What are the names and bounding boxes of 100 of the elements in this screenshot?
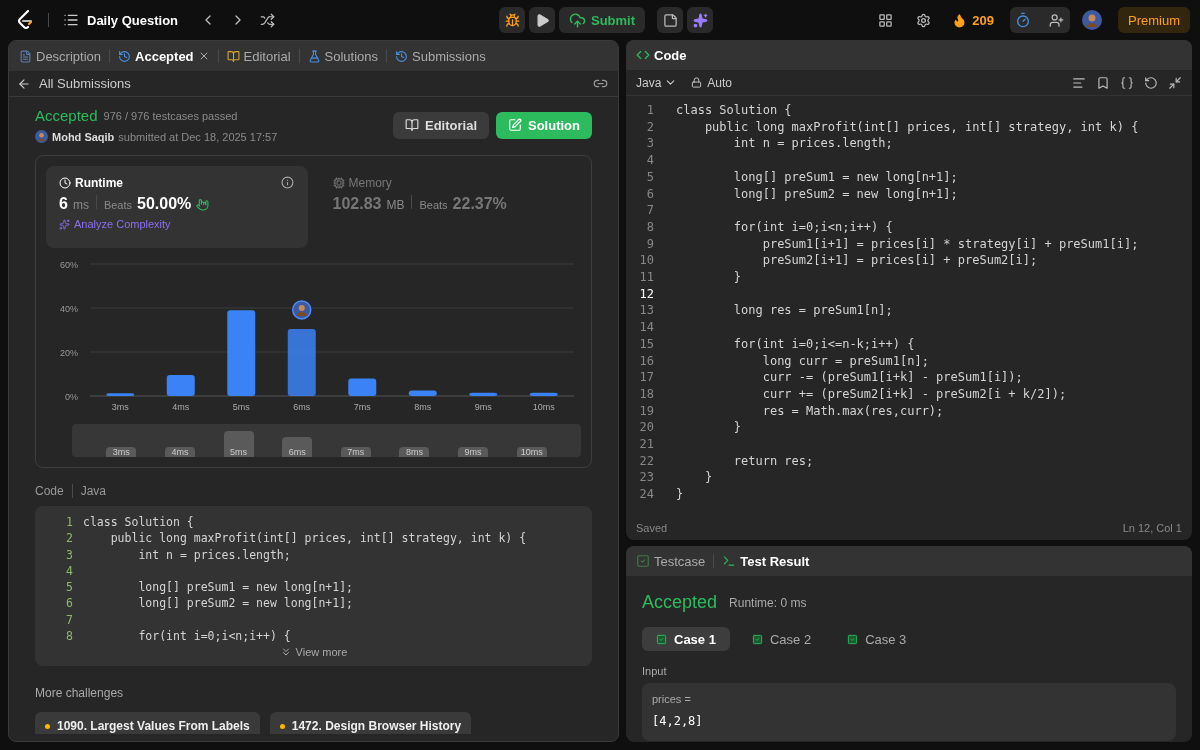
challenge-chip[interactable]: 1090. Largest Values From Labels [35, 712, 260, 735]
code-line: class Solution { [83, 514, 194, 531]
case-tab[interactable]: Case 2 [737, 627, 826, 651]
shuffle-icon[interactable] [260, 12, 276, 28]
save-status: Saved [636, 522, 668, 534]
panel-tab[interactable]: Submissions [395, 48, 486, 64]
axis-label: 10ms [532, 402, 555, 412]
editorial-button[interactable]: Editorial [393, 111, 489, 139]
problem-list-icon[interactable] [63, 12, 79, 28]
panel-tab[interactable]: Description [19, 48, 102, 64]
code-tab[interactable]: Code [636, 47, 687, 63]
premium-button[interactable]: Premium [1118, 7, 1190, 33]
debug-button[interactable] [499, 7, 525, 33]
user-name: Mohd Saqib [52, 130, 115, 143]
line-number: 24 [638, 486, 655, 503]
beats-label: Beats [103, 199, 133, 211]
history-icon [395, 49, 408, 63]
language-label: Java [80, 484, 107, 498]
panel-tab[interactable]: Accepted [118, 48, 194, 64]
mode-select[interactable]: Auto [691, 75, 733, 90]
line-number: 4 [645, 152, 655, 169]
beats-label: Beats [419, 199, 448, 211]
add-user-icon [1049, 12, 1065, 28]
section-title: More challenges [35, 686, 124, 701]
code-line: } [703, 469, 713, 487]
chart-bar [529, 392, 558, 396]
code-line: int n = prices.length; [732, 135, 893, 153]
runtime-text: Runtime: 0 ms [729, 595, 807, 610]
avatar-marker [292, 300, 312, 320]
chart-bar [106, 393, 135, 396]
overview-label: 4ms [164, 447, 195, 457]
bookmark-icon[interactable] [1096, 75, 1110, 90]
case-tab[interactable]: Case 3 [833, 627, 921, 651]
case-tab[interactable]: Case 1 [642, 627, 730, 651]
stat-value: 102.83 [332, 195, 382, 213]
reset-icon[interactable] [1144, 75, 1158, 90]
logo-icon[interactable] [16, 10, 34, 30]
hand-icon [196, 197, 210, 211]
ai-button[interactable] [687, 7, 714, 33]
challenge-chip[interactable]: 1472. Design Browser History [269, 712, 472, 735]
code-line: preSum2[i+1] = prices[i] + preSum2[i]; [761, 252, 1038, 270]
code-line: } [676, 486, 684, 503]
avatar [35, 130, 48, 143]
axis-label: 4ms [172, 402, 190, 412]
overview-label: 9ms [458, 447, 489, 457]
chart-bar [287, 328, 316, 396]
stat-title: Memory [348, 176, 392, 190]
language-select[interactable]: Java [636, 75, 678, 90]
timer-icon [1015, 12, 1031, 28]
line-number: 13 [638, 302, 655, 320]
braces-icon[interactable] [1120, 75, 1134, 90]
checkbox-icon [656, 633, 667, 645]
note-button[interactable] [657, 7, 684, 33]
axis-label: 60% [60, 260, 78, 270]
line-number: 15 [638, 335, 655, 353]
panel-tab[interactable]: Test Result [722, 553, 810, 569]
edit-icon [508, 118, 522, 132]
submitted-text: submitted at Dec 18, 2025 17:57 [118, 130, 278, 143]
code-line: curr -= (preSum1[i+k] - preSum1[i]); [761, 369, 1023, 386]
line-number: 23 [638, 469, 655, 487]
line-number: 1 [65, 514, 74, 531]
overview-label: 8ms [399, 447, 430, 457]
panel-tab[interactable]: Editorial [226, 48, 291, 64]
code-line: return res; [732, 452, 814, 470]
grid-icon [877, 12, 893, 28]
panel-tab[interactable]: Solutions [307, 48, 378, 64]
lock-icon [691, 77, 703, 88]
line-number: 16 [638, 352, 655, 370]
line-number: 8 [65, 628, 74, 645]
stat-card[interactable]: Memory 102.83 MB Beats 22.37% [319, 166, 581, 248]
collapse-icon[interactable] [1168, 75, 1182, 90]
play-icon [534, 12, 550, 28]
overview-label: 7ms [340, 447, 371, 457]
line-number: 6 [65, 595, 74, 612]
code-line: long[] preSum1 = new long[n+1]; [137, 579, 354, 596]
document-icon [19, 49, 32, 63]
code-line: } [732, 419, 742, 437]
streak-button[interactable]: 209 [948, 7, 998, 33]
line-number: 17 [638, 369, 655, 386]
stat-card[interactable]: Runtime 6 ms Beats 50.00% Analyze Complexity [46, 166, 308, 248]
panel-tab[interactable]: Testcase [636, 553, 706, 569]
line-number: 10 [638, 252, 655, 270]
code-line: preSum1[i+1] = prices[i] * strategy[i] + preSum1[i]; [761, 235, 1139, 253]
info-icon[interactable] [280, 176, 294, 189]
submit-button[interactable]: Submit [559, 7, 646, 33]
chart-bar [469, 392, 498, 396]
axis-label: 7ms [353, 402, 371, 412]
format-icon[interactable] [1072, 75, 1086, 90]
book-icon [405, 118, 419, 132]
cursor-position: Ln 12, Col 1 [1122, 522, 1182, 534]
code-icon [636, 48, 650, 62]
status-text: Accepted [35, 107, 98, 124]
view-more-link[interactable]: View more [279, 646, 348, 659]
code-line: public long maxProfit(int[] prices, int[] strategy, int k) { [109, 530, 527, 547]
run-button[interactable] [529, 7, 555, 33]
line-number: 4 [65, 562, 74, 580]
all-submissions-link[interactable]: All Submissions [17, 76, 131, 91]
note-icon [662, 12, 678, 28]
range-overview[interactable]: 3ms 4ms 5ms 6ms 7ms 8ms 9ms 10ms [72, 424, 581, 457]
code-line: for(int i=0;i<n;i++) { [732, 218, 893, 236]
